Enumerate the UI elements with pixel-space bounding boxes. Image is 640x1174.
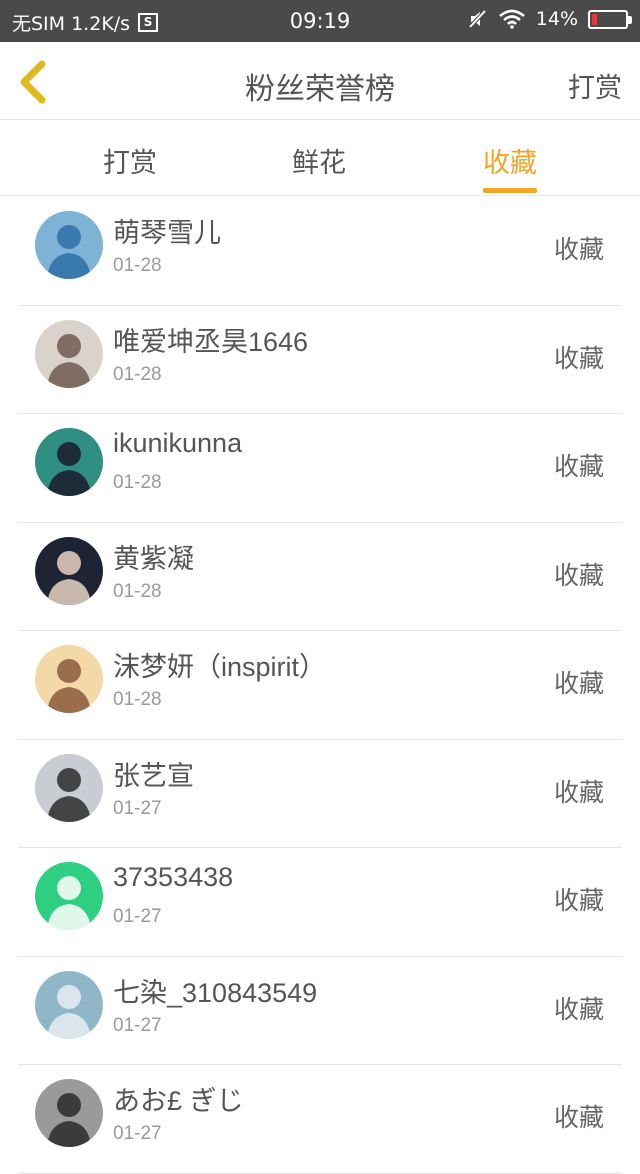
user-name: 唯爱坤丞昊1646 — [113, 326, 309, 357]
item-date: 01-28 — [113, 472, 162, 493]
person-icon — [47, 333, 91, 388]
person-icon — [47, 1093, 91, 1147]
person-icon — [47, 550, 91, 605]
page-title: 粉丝荣誉榜 — [245, 73, 395, 106]
battery-percent: 14% — [535, 8, 578, 30]
avatar[interactable] — [35, 645, 103, 713]
favorite-label: 收藏 — [553, 887, 604, 915]
tab-label: 打赏 — [103, 148, 157, 178]
person-icon — [47, 767, 91, 822]
avatar[interactable] — [35, 1079, 103, 1147]
avatar[interactable] — [35, 428, 103, 496]
favorite-label: 收藏 — [553, 778, 604, 807]
person-icon — [47, 442, 91, 496]
user-name: 张艺宣 — [113, 760, 194, 791]
item-date: 01-28 — [113, 255, 162, 276]
item-date: 01-28 — [113, 363, 162, 385]
person-icon — [47, 659, 91, 713]
status-bar: 无SIM 1.2K/s S 09:19 14% — [0, 0, 640, 42]
header: 粉丝荣誉榜 打赏 — [0, 42, 640, 120]
item-date: 01-28 — [113, 689, 162, 710]
status-right: 14% — [468, 8, 632, 30]
tab-label: 鲜花 — [292, 148, 346, 178]
list-item[interactable]: 张艺宣 01-27 收藏 — [18, 740, 622, 848]
fan-list: 萌琴雪儿 01-28 收藏 唯爱坤丞昊1646 01-28 收藏 ikuniku… — [0, 197, 640, 1174]
user-name: 七染_310843549 — [113, 977, 318, 1008]
mute-icon — [468, 9, 487, 29]
wifi-icon — [498, 9, 525, 29]
list-item[interactable]: あお£ ぎじ 01-27 收藏 — [18, 1065, 622, 1174]
tab-favorites[interactable]: 收藏 — [483, 141, 537, 193]
avatar[interactable] — [35, 319, 103, 388]
tab-bar: 打赏 鲜花 收藏 — [0, 121, 640, 196]
user-name: あお£ ぎじ — [113, 1086, 244, 1116]
user-name: 萌琴雪儿 — [113, 218, 221, 248]
item-date: 01-27 — [113, 1014, 162, 1036]
list-item[interactable]: ikunikunna 01-28 收藏 — [18, 414, 622, 523]
tab-reward[interactable]: 打赏 — [103, 141, 157, 180]
tab-label: 收藏 — [483, 148, 537, 178]
battery-icon — [588, 9, 632, 29]
user-name: ikunikunna — [113, 428, 243, 458]
user-name: 沫梦妍（inspirit） — [113, 652, 327, 682]
user-name: 黄紫凝 — [113, 543, 194, 574]
item-date: 01-27 — [113, 1123, 162, 1144]
list-item[interactable]: 七染_310843549 01-27 收藏 — [18, 957, 622, 1065]
user-name: 37353438 — [113, 862, 234, 892]
favorite-label: 收藏 — [553, 453, 604, 481]
active-tab-indicator — [483, 188, 537, 193]
favorite-label: 收藏 — [553, 236, 604, 264]
list-item[interactable]: 萌琴雪儿 01-28 收藏 — [18, 197, 622, 306]
list-item[interactable]: 37353438 01-27 收藏 — [18, 848, 622, 957]
tab-flowers[interactable]: 鲜花 — [292, 141, 346, 180]
item-date: 01-28 — [113, 580, 162, 602]
avatar[interactable] — [35, 536, 103, 605]
item-date: 01-27 — [113, 797, 162, 819]
favorite-label: 收藏 — [553, 670, 604, 698]
favorite-label: 收藏 — [553, 1104, 604, 1132]
favorite-label: 收藏 — [553, 995, 604, 1024]
favorite-label: 收藏 — [553, 344, 604, 373]
person-icon — [47, 876, 91, 930]
item-date: 01-27 — [113, 906, 162, 927]
list-item[interactable]: 黄紫凝 01-28 收藏 — [18, 523, 622, 631]
avatar[interactable] — [35, 211, 103, 279]
person-icon — [47, 984, 91, 1039]
person-icon — [47, 225, 91, 279]
list-item[interactable]: 唯爱坤丞昊1646 01-28 收藏 — [18, 306, 622, 414]
avatar[interactable] — [35, 862, 103, 930]
battery-level — [592, 13, 598, 25]
list-item[interactable]: 沫梦妍（inspirit） 01-28 收藏 — [18, 631, 622, 740]
favorite-label: 收藏 — [553, 561, 604, 590]
avatar[interactable] — [35, 970, 103, 1039]
avatar[interactable] — [35, 753, 103, 822]
reward-button[interactable]: 打赏 — [568, 66, 622, 105]
